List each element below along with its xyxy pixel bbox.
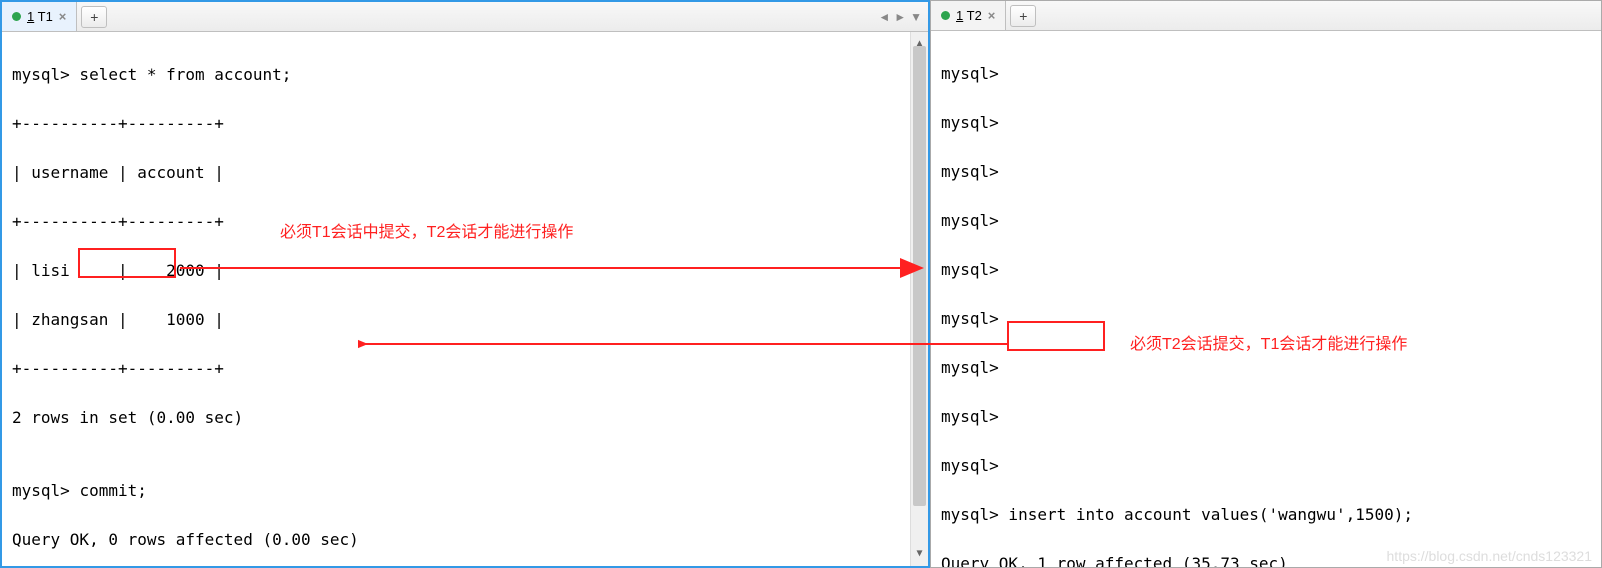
nav-next-icon[interactable]: ► [894,10,906,24]
right-tabbar: 1 T2 × + [931,1,1601,31]
tab-nav: ◄ ► ▼ [878,10,922,24]
tab-label: T1 [38,9,53,24]
scrollbar[interactable]: ▲ ▼ [910,32,928,566]
split-view: 1 T1 × + ◄ ► ▼ mysql> select * from acco… [0,0,1602,568]
status-dot-icon [941,11,950,20]
left-tabbar: 1 T1 × + ◄ ► ▼ [2,2,928,32]
add-tab-button[interactable]: + [1010,5,1036,27]
terminal-line: mysql> [941,62,1597,87]
scrollbar-thumb[interactable] [913,46,926,506]
terminal-line: mysql> commit; [12,479,924,504]
terminal-line: mysql> insert into account values('wangw… [941,503,1597,528]
terminal-line: +----------+---------+ [12,210,924,235]
status-dot-icon [12,12,21,21]
right-pane: 1 T2 × + mysql> mysql> mysql> mysql> mys… [930,0,1602,568]
terminal-line: | username | account | [12,161,924,186]
tab-t1[interactable]: 1 T1 × [2,2,77,31]
terminal-line: mysql> [941,111,1597,136]
terminal-line: +----------+---------+ [12,112,924,137]
left-terminal[interactable]: mysql> select * from account; +---------… [2,32,928,566]
terminal-line: mysql> select * from account; [12,63,924,88]
terminal-line: mysql> [941,209,1597,234]
nav-drop-icon[interactable]: ▼ [910,10,922,24]
terminal-line: mysql> [941,405,1597,430]
terminal-line: 2 rows in set (0.00 sec) [12,406,924,431]
tab-number: 1 [27,9,34,24]
left-pane: 1 T1 × + ◄ ► ▼ mysql> select * from acco… [0,0,930,568]
tab-label: T2 [967,8,982,23]
terminal-line: mysql> [941,258,1597,283]
close-icon[interactable]: × [988,8,996,23]
terminal-line: mysql> [941,356,1597,381]
tab-number: 1 [956,8,963,23]
commit-highlight-text: commit; [79,481,146,500]
terminal-line: mysql> [941,307,1597,332]
terminal-line: mysql> [941,160,1597,185]
terminal-line: mysql> [941,454,1597,479]
terminal-line: +----------+---------+ [12,357,924,382]
add-tab-button[interactable]: + [81,6,107,28]
right-terminal[interactable]: mysql> mysql> mysql> mysql> mysql> mysql… [931,31,1601,567]
watermark: https://blog.csdn.net/cnds123321 [1387,548,1592,564]
tab-t2[interactable]: 1 T2 × [931,1,1006,30]
close-icon[interactable]: × [59,9,67,24]
nav-prev-icon[interactable]: ◄ [878,10,890,24]
terminal-line: Query OK, 0 rows affected (0.00 sec) [12,528,924,553]
scroll-down-icon[interactable]: ▼ [911,542,928,567]
terminal-line: | lisi | 2000 | [12,259,924,284]
terminal-line: | zhangsan | 1000 | [12,308,924,333]
